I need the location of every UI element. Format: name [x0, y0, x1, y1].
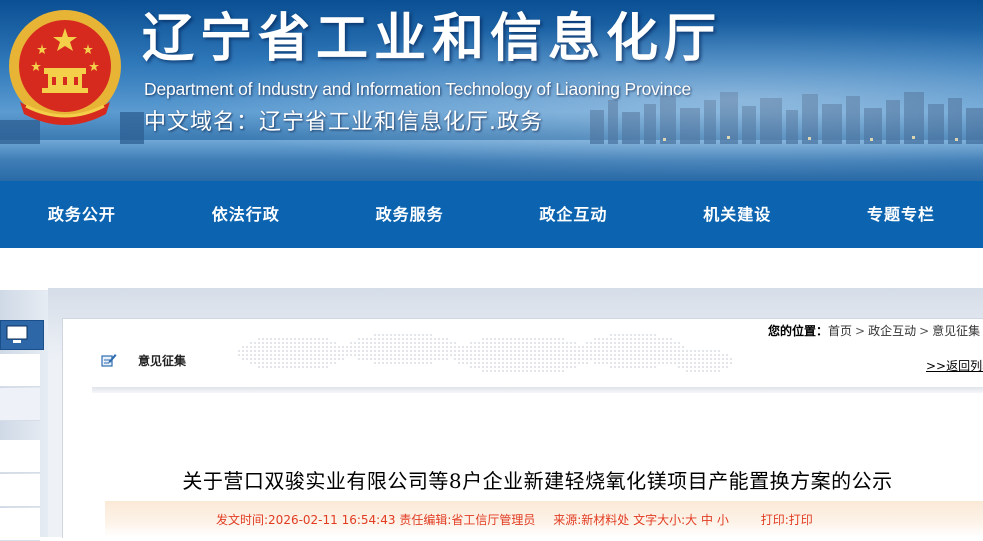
sidebar-header [0, 320, 44, 350]
sidebar [0, 290, 48, 541]
breadcrumb-interaction[interactable]: 政企互动 [868, 324, 916, 338]
article-title: 关于营口双骏实业有限公司等8户企业新建轻烧氧化镁项目产能置换方案的公示 [182, 469, 893, 493]
divider [92, 387, 983, 393]
breadcrumb-consultation[interactable]: 意见征集 [932, 324, 980, 338]
breadcrumb: 您的位置：首页 > 政企互动 > 意见征集 [768, 322, 980, 339]
decorative-world-map [238, 334, 732, 372]
site-subtitle-en: Department of Industry and Information T… [144, 79, 691, 99]
nav-item-gov-affairs[interactable]: 政务公开 [0, 181, 164, 248]
print-link[interactable]: 打印 [789, 513, 813, 527]
sidebar-item[interactable] [0, 354, 40, 387]
print-label: 打印: [760, 513, 789, 527]
site-domain-name: 中文域名：辽宁省工业和信息化厅.政务 [144, 110, 543, 135]
computer-icon [6, 325, 28, 343]
publish-date: 2026-02-11 16:54:43 [268, 513, 396, 527]
breadcrumb-label: 您的位置： [768, 324, 829, 338]
sidebar-item[interactable] [0, 388, 40, 421]
nav-item-special-topics[interactable]: 专题专栏 [819, 181, 983, 248]
font-size-small[interactable]: 小 [717, 513, 729, 527]
back-to-list-link[interactable]: >>返回列表 [926, 357, 983, 374]
editor-label: 责任编辑: [399, 513, 452, 527]
sidebar-item[interactable] [0, 508, 40, 541]
sidebar-item[interactable] [0, 440, 40, 473]
site-title: 辽宁省工业和信息化厅 [142, 9, 723, 69]
main-nav: 政务公开 依法行政 政务服务 政企互动 机关建设 专题专栏 [0, 181, 983, 248]
editor-value: 省工信厅管理员 [451, 513, 536, 527]
nav-item-gov-services[interactable]: 政务服务 [328, 181, 492, 248]
spacer [0, 248, 983, 288]
breadcrumb-separator: > [919, 324, 930, 338]
font-size-medium[interactable]: 中 [701, 513, 713, 527]
breadcrumb-home[interactable]: 首页 [828, 324, 852, 338]
font-size-label: 文字大小: [633, 513, 686, 527]
article-meta: 发文时间:2026-02-11 16:54:43 责任编辑:省工信厅管理员 来源… [216, 511, 813, 528]
site-banner: 辽宁省工业和信息化厅 Department of Industry and In… [0, 0, 983, 181]
edit-note-icon [101, 354, 117, 367]
nav-item-interaction[interactable]: 政企互动 [491, 181, 655, 248]
breadcrumb-separator: > [855, 324, 866, 338]
national-emblem-icon [9, 10, 121, 125]
nav-item-rule-of-law[interactable]: 依法行政 [164, 181, 328, 248]
date-label: 发文时间: [216, 513, 269, 527]
nav-item-agency[interactable]: 机关建设 [655, 181, 819, 248]
font-size-large[interactable]: 大 [685, 513, 697, 527]
sidebar-item[interactable] [0, 474, 40, 507]
source-label: 来源: [553, 513, 582, 527]
section-title: 意见征集 [138, 354, 187, 368]
source-value: 新材料处 [581, 513, 630, 527]
